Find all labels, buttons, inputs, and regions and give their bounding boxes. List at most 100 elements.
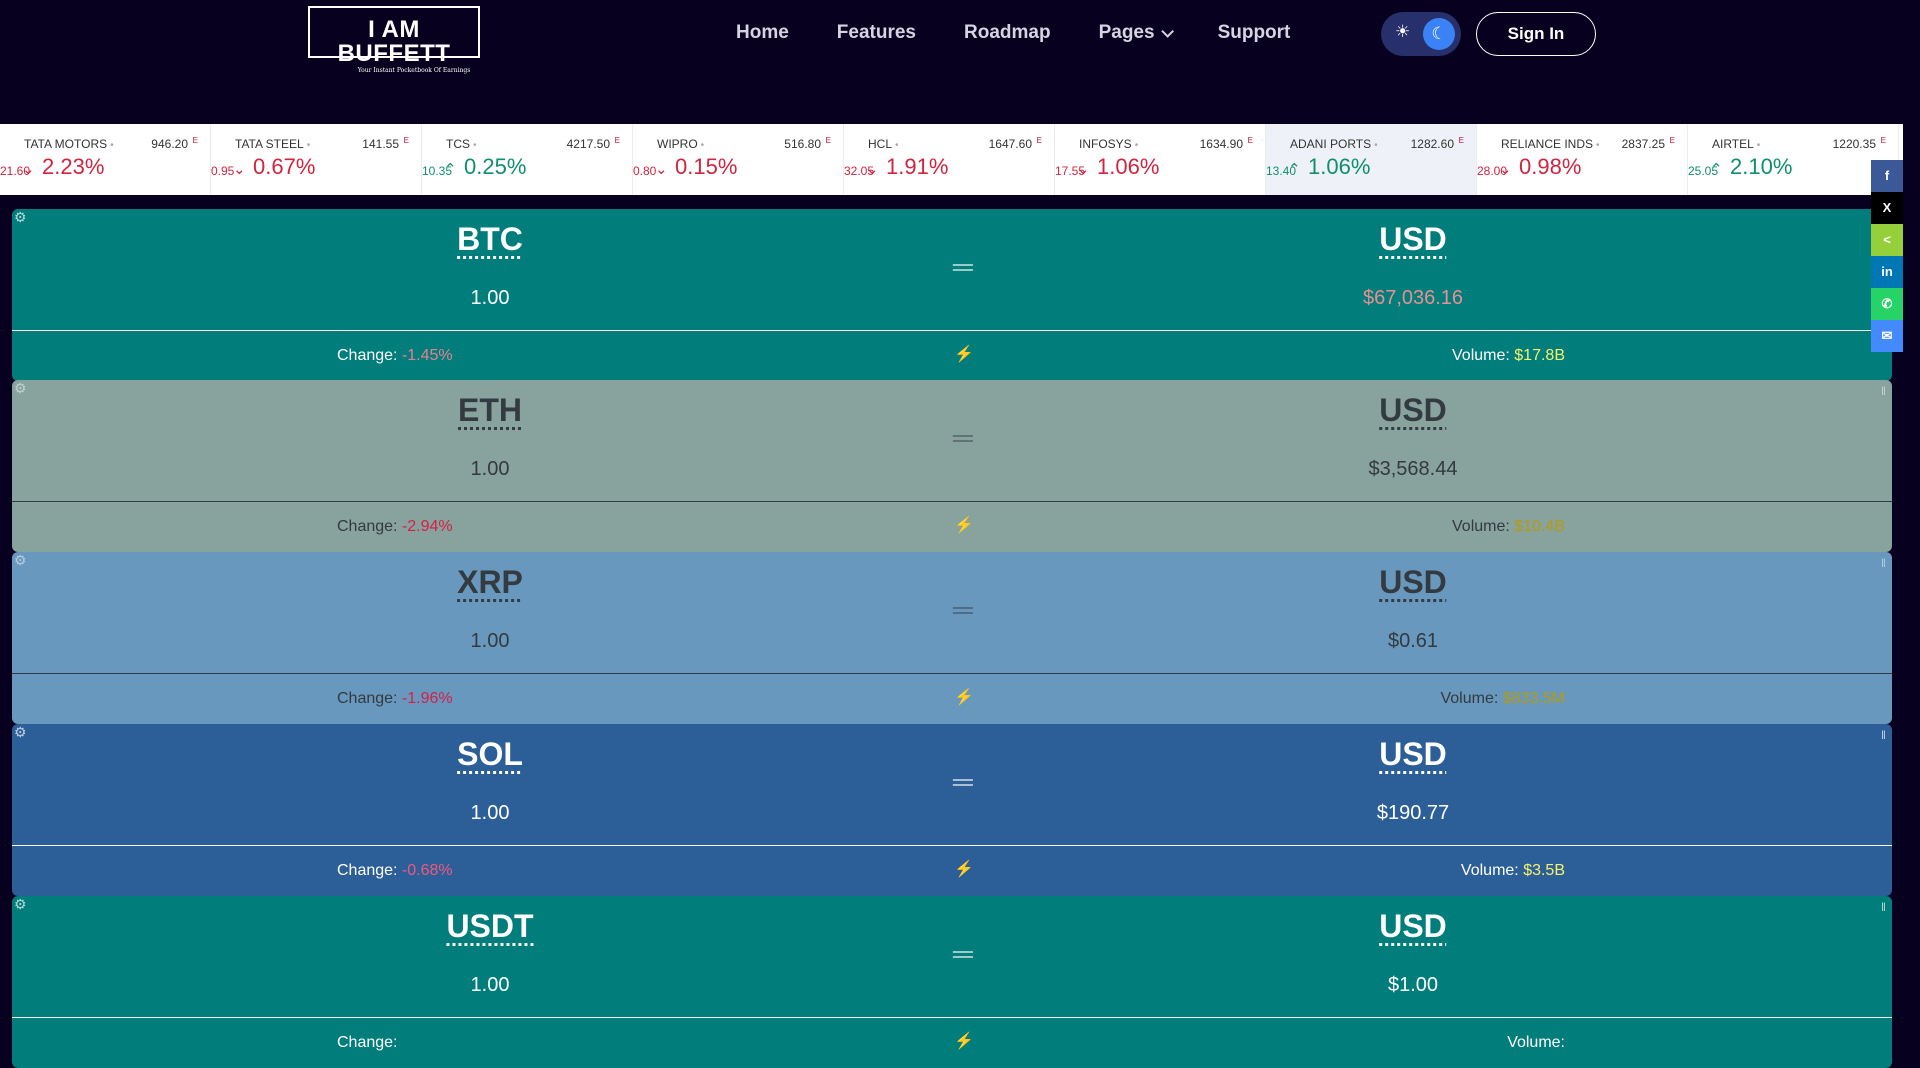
drag-handle-icon[interactable]: ǁ [1881,728,1886,742]
volume-label: Volume: [1440,690,1499,707]
lightning-icon[interactable]: ⚡ [953,859,975,881]
from-amount-input[interactable]: 1.00 [471,974,510,997]
nav-features[interactable]: Features [837,22,916,44]
from-amount-input[interactable]: 1.00 [471,458,510,481]
ticker-marker: E [1880,136,1886,145]
ticker-symbol: WIPRO • [657,137,705,151]
lightning-icon[interactable]: ⚡ [953,687,975,709]
site-logo[interactable]: I AM BUFFETT Your Instant Pocketbook Of … [308,6,480,74]
chevron-down-icon: ⌄ [233,161,246,178]
ticker-item[interactable]: TATA MOTORS • 946.20 E ⌄ 2.23% 21.60 [0,124,211,195]
converter-card: ⚙ ǁ ETH ═ USD 1.00 $3,568.44 Change: -2.94% ⚡ Vol… [12,380,1892,552]
lightning-icon[interactable]: ⚡ [953,344,975,366]
volume-label: Volume: [1460,862,1519,879]
dot-icon: • [1374,140,1378,151]
gear-icon[interactable]: ⚙ [14,209,27,226]
dot-icon: • [1134,140,1139,151]
card-divider [12,1017,1892,1018]
converter-card: ⚙ BTC ═ USD 1.00 $67,036.16 Change: -1.45% ⚡ Vol… [12,209,1892,381]
nav-support-label: Support [1217,22,1291,43]
to-amount-value: $190.77 [1376,802,1450,824]
sharethis-icon: < [1883,232,1891,247]
sharethis-share-button[interactable]: < [1871,224,1903,256]
from-currency-select[interactable]: XRP [457,564,523,601]
to-amount-value: $0.61 [1387,630,1439,652]
gear-icon[interactable]: ⚙ [14,552,27,569]
lightning-icon[interactable]: ⚡ [953,515,975,537]
drag-handle-icon[interactable]: ǁ [1881,384,1886,398]
ticker-marker: E [614,136,620,145]
ticker-marker: E [192,136,198,145]
theme-toggle[interactable]: ☀ ☾ [1381,12,1461,56]
dot-icon: • [1596,140,1600,151]
sign-in-button[interactable]: Sign In [1476,12,1596,56]
ticker-marker: E [1458,136,1464,145]
ticker-change: 21.60 [0,164,31,178]
converter-card: ⚙ ǁ XRP ═ USD 1.00 $0.61 Change: -1.96% ⚡ Volume:… [12,552,1892,724]
nav-roadmap-label: Roadmap [964,22,1051,43]
dot-icon: • [895,140,899,151]
ticker-change: 28.00 [1477,164,1508,178]
nav-home[interactable]: Home [736,22,789,44]
sun-icon: ☀ [1395,22,1411,41]
equals-icon: ═ [953,594,973,625]
volume-value: $10.4B [1514,518,1565,535]
ticker-item[interactable]: INFOSYS • 1634.90 E ⌄ 1.06% 17.55 [1055,124,1266,195]
logo-tagline: Your Instant Pocketbook Of Earnings [357,67,471,74]
gear-icon[interactable]: ⚙ [14,380,27,397]
dot-icon: • [473,140,477,151]
to-currency-select[interactable]: USD [1379,908,1447,945]
gear-icon[interactable]: ⚙ [14,724,27,741]
change-label: Change: [337,862,398,879]
ticker-change: 25.05 [1688,164,1719,178]
nav-pages-label: Pages [1098,22,1155,43]
ticker-price: 1634.90 [1199,137,1243,151]
equals-icon: ═ [953,251,973,282]
change-stat: Change: -2.94% [337,518,453,536]
converter-card: ⚙ ǁ SOL ═ USD 1.00 $190.77 Change: -0.68% ⚡ Volum… [12,724,1892,896]
drag-handle-icon[interactable]: ǁ [1881,556,1886,570]
volume-stat: Volume: $833.5M [1440,690,1565,708]
ticker-percent: 1.06% [1308,154,1371,179]
main-nav: Home Features Roadmap Pages Support [736,22,1290,44]
linkedin-share-button[interactable]: in [1871,256,1903,288]
ticker-percent: 2.10% [1730,154,1793,179]
ticker-item[interactable]: AIRTEL • 1220.35 E ⌃ 2.10% 25.05 [1688,124,1899,195]
to-amount-value: $3,568.44 [1368,458,1458,480]
to-currency-select[interactable]: USD [1379,564,1447,601]
from-currency-select[interactable]: ETH [458,392,522,429]
x-twitter-share-button[interactable]: X [1871,192,1903,224]
from-amount-input[interactable]: 1.00 [471,630,510,653]
messenger-share-button[interactable]: ✉ [1871,320,1903,352]
ticker-symbol: TATA MOTORS • [24,137,114,151]
nav-pages-dropdown[interactable]: Pages [1098,22,1174,44]
whatsapp-share-button[interactable]: ✆ [1871,288,1903,320]
from-amount-input[interactable]: 1.00 [471,802,510,825]
nav-roadmap[interactable]: Roadmap [964,22,1051,44]
ticker-item[interactable]: TATA STEEL • 141.55 E ⌄ 0.67% 0.95 [211,124,422,195]
ticker-item[interactable]: TCS • 4217.50 E ⌃ 0.25% 10.35 [422,124,633,195]
card-divider [12,845,1892,846]
gear-icon[interactable]: ⚙ [14,896,27,913]
from-currency-select[interactable]: USDT [446,908,533,945]
from-amount-input[interactable]: 1.00 [471,287,510,310]
from-currency-select[interactable]: SOL [457,736,523,773]
volume-value: $833.5M [1502,690,1565,707]
nav-features-label: Features [836,22,916,43]
to-currency-select[interactable]: USD [1379,221,1447,258]
ticker-item[interactable]: WIPRO • 516.80 E ⌄ 0.15% 0.80 [633,124,844,195]
to-amount-value: $1.00 [1387,974,1439,996]
volume-stat: Volume: $3.5B [1461,862,1565,880]
ticker-item[interactable]: HCL • 1647.60 E ⌄ 1.91% 32.05 [844,124,1055,195]
nav-support[interactable]: Support [1218,22,1291,44]
lightning-icon[interactable]: ⚡ [953,1031,975,1053]
chevron-down-icon: ⌄ [655,161,668,178]
from-currency-select[interactable]: BTC [457,221,523,258]
change-stat: Change: -1.45% [337,347,453,365]
to-currency-select[interactable]: USD [1379,736,1447,773]
drag-handle-icon[interactable]: ǁ [1881,900,1886,914]
to-currency-select[interactable]: USD [1379,392,1447,429]
ticker-item[interactable]: RELIANCE INDS • 2837.25 E ⌄ 0.98% 28.00 [1477,124,1688,195]
ticker-item[interactable]: ADANI PORTS • 1282.60 E ⌃ 1.06% 13.40 [1266,124,1477,195]
facebook-share-button[interactable]: f [1871,160,1903,192]
